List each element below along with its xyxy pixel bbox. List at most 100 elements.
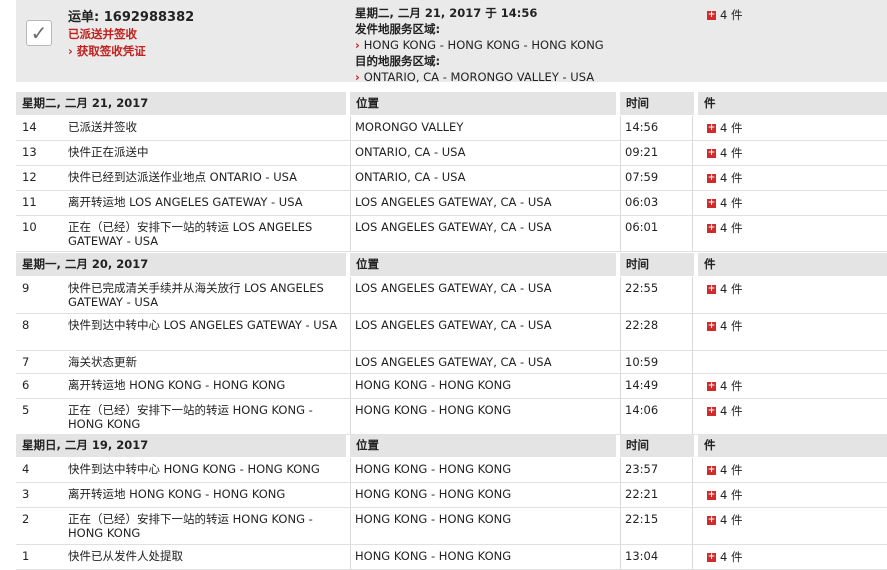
column-divider [350, 216, 351, 251]
expand-plus-icon[interactable]: + [707, 465, 716, 475]
event-number: 4 [22, 462, 30, 476]
pieces-expand[interactable]: +4 件 [707, 463, 742, 477]
expand-plus-icon[interactable]: + [707, 284, 716, 294]
pieces-expand[interactable]: +4 件 [707, 121, 742, 135]
column-divider [692, 483, 693, 507]
pieces-column-header: 件 [698, 434, 887, 457]
location-column-header: 位置 [350, 92, 616, 115]
expand-plus-icon[interactable]: + [707, 10, 716, 20]
expand-plus-icon[interactable]: + [707, 148, 716, 158]
column-divider [350, 351, 351, 373]
expand-plus-icon[interactable]: + [707, 198, 716, 208]
event-time: 07:59 [625, 170, 659, 184]
event-location: MORONGO VALLEY [355, 120, 464, 134]
event-time: 06:01 [625, 220, 659, 234]
column-divider [620, 116, 621, 140]
expand-plus-icon[interactable]: + [707, 223, 716, 233]
column-divider [620, 141, 621, 165]
proof-of-delivery-link[interactable]: › 获取签收凭证 [68, 43, 146, 59]
expand-plus-icon[interactable]: + [707, 490, 716, 500]
waybill-number: 运单: 1692988382 [68, 10, 195, 25]
column-divider [692, 399, 693, 434]
column-divider [692, 458, 693, 482]
event-location: LOS ANGELES GATEWAY, CA - USA [355, 195, 552, 209]
pieces-expand[interactable]: +4 件 [707, 513, 742, 527]
expand-plus-icon[interactable]: + [707, 381, 716, 391]
event-time: 09:21 [625, 145, 659, 159]
pieces-expand[interactable]: +4 件 [707, 196, 742, 210]
event-location: HONG KONG - HONG KONG [355, 549, 512, 563]
event-location: HONG KONG - HONG KONG [355, 403, 512, 417]
event-description: 正在（已经）安排下一站的转运 HONG KONG - HONG KONG [68, 403, 313, 431]
event-description: 已派送并签收 [68, 120, 137, 134]
event-description: 快件已从发件人处提取 [68, 549, 183, 563]
event-location: HONG KONG - HONG KONG [355, 487, 512, 501]
pieces-expand[interactable]: +4 件 [707, 221, 742, 235]
time-column-header: 时间 [620, 253, 694, 276]
event-number: 13 [22, 145, 37, 159]
delivery-status: 已派送并签收 [68, 27, 137, 41]
event-time: 22:15 [625, 512, 659, 526]
location-column-header: 位置 [350, 434, 616, 457]
pieces-expand[interactable]: +4 件 [707, 550, 742, 564]
column-divider [350, 483, 351, 507]
expand-plus-icon[interactable]: + [707, 123, 716, 133]
event-time: 14:06 [625, 403, 659, 417]
event-number: 12 [22, 170, 37, 184]
event-time: 22:28 [625, 318, 659, 332]
event-time: 22:21 [625, 487, 659, 501]
table-row: 6 离开转运地 HONG KONG - HONG KONG HONG KONG - … [16, 374, 887, 399]
event-number: 2 [22, 512, 30, 526]
event-time: 14:56 [625, 120, 659, 134]
destination-label: 目的地服务区域: [355, 54, 441, 68]
time-column-header: 时间 [620, 92, 694, 115]
pieces-expand[interactable]: +4 件 [707, 7, 742, 23]
event-number: 10 [22, 220, 37, 234]
event-description: 海关状态更新 [68, 355, 137, 369]
arrow-right-icon: › [68, 44, 73, 58]
table-row: 13 快件正在派送中 ONTARIO, CA - USA 09:21 +4 件 [16, 141, 887, 166]
event-number: 9 [22, 281, 30, 295]
shipment-summary: ✓ 运单: 1692988382 已派送并签收 › 获取签收凭证 星期二, 二月 … [16, 0, 887, 84]
column-divider [350, 399, 351, 434]
event-location: LOS ANGELES GATEWAY, CA - USA [355, 281, 552, 295]
event-time: 13:04 [625, 549, 659, 563]
event-description: 离开转运地 HONG KONG - HONG KONG [68, 487, 286, 501]
event-description: 正在（已经）安排下一站的转运 HONG KONG - HONG KONG [68, 512, 313, 540]
pieces-column-header: 件 [698, 92, 887, 115]
column-divider [620, 277, 621, 313]
pieces-expand[interactable]: +4 件 [707, 282, 742, 296]
table-row: 4 快件到达中转中心 HONG KONG - HONG KONG HONG KONG… [16, 458, 887, 483]
origin-value: › HONG KONG - HONG KONG - HONG KONG [355, 38, 604, 52]
expand-plus-icon[interactable]: + [707, 321, 716, 331]
column-divider [692, 351, 693, 373]
column-divider [620, 508, 621, 544]
group-date-header: 星期二, 二月 21, 2017 [16, 92, 346, 115]
pieces-expand[interactable]: +4 件 [707, 171, 742, 185]
column-divider [692, 116, 693, 140]
column-divider [620, 351, 621, 373]
expand-plus-icon[interactable]: + [707, 406, 716, 416]
table-row: 11 离开转运地 LOS ANGELES GATEWAY - USA LOS ANG… [16, 191, 887, 216]
event-location: HONG KONG - HONG KONG [355, 462, 512, 476]
table-row: 7 海关状态更新 LOS ANGELES GATEWAY, CA - USA 10:5… [16, 351, 887, 374]
expand-plus-icon[interactable]: + [707, 173, 716, 183]
column-divider [692, 277, 693, 313]
expand-plus-icon[interactable]: + [707, 552, 716, 562]
column-divider [350, 141, 351, 165]
pieces-expand[interactable]: +4 件 [707, 146, 742, 160]
table-row: 9 快件已完成清关手续并从海关放行 LOS ANGELES GATEWAY - U… [16, 277, 887, 314]
column-divider [620, 216, 621, 251]
column-divider [620, 166, 621, 190]
column-divider [692, 166, 693, 190]
event-location: LOS ANGELES GATEWAY, CA - USA [355, 318, 552, 332]
expand-plus-icon[interactable]: + [707, 515, 716, 525]
column-divider [692, 191, 693, 215]
event-location: LOS ANGELES GATEWAY, CA - USA [355, 220, 552, 234]
pieces-expand[interactable]: +4 件 [707, 488, 742, 502]
pieces-expand[interactable]: +4 件 [707, 319, 742, 333]
table-row: 5 正在（已经）安排下一站的转运 HONG KONG - HONG KONG HON… [16, 399, 887, 435]
event-number: 7 [22, 355, 30, 369]
pieces-expand[interactable]: +4 件 [707, 379, 742, 393]
pieces-expand[interactable]: +4 件 [707, 404, 742, 418]
